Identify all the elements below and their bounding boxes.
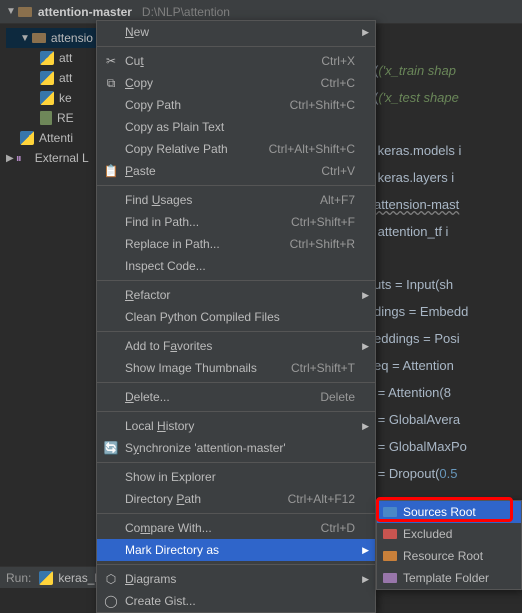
python-file-icon	[40, 51, 54, 65]
project-path: D:\NLP\attention	[142, 5, 230, 19]
libraries-icon	[16, 151, 30, 165]
mark-directory-submenu: Sources Root Excluded Resource Root Temp…	[376, 500, 522, 590]
menu-add-favorites[interactable]: Add to Favorites▶	[97, 335, 375, 357]
sync-icon: 🔄	[103, 441, 119, 455]
code-editor[interactable]: (('x_train shap (('x_test shape keras.mo…	[372, 24, 522, 564]
project-name[interactable]: attention-master	[38, 5, 132, 19]
template-folder-icon	[383, 573, 397, 583]
menu-directory-path[interactable]: Directory PathCtrl+Alt+F12	[97, 488, 375, 510]
text-file-icon	[40, 111, 52, 125]
python-file-icon	[40, 91, 54, 105]
menu-copy-path[interactable]: Copy PathCtrl+Shift+C	[97, 94, 375, 116]
menu-mark-directory-as[interactable]: Mark Directory as▶	[97, 539, 375, 561]
menu-replace-in-path[interactable]: Replace in Path...Ctrl+Shift+R	[97, 233, 375, 255]
submenu-arrow-icon: ▶	[362, 545, 369, 556]
python-file-icon	[39, 571, 53, 585]
copy-icon: ⧉	[103, 76, 119, 91]
menu-show-thumbnails[interactable]: Show Image ThumbnailsCtrl+Shift+T	[97, 357, 375, 379]
project-folder-icon	[18, 7, 32, 17]
diagram-icon: ⬡	[103, 572, 119, 586]
menu-inspect[interactable]: Inspect Code...	[97, 255, 375, 277]
submenu-arrow-icon: ▶	[362, 341, 369, 352]
menu-compare-with[interactable]: Compare With...Ctrl+D	[97, 517, 375, 539]
sources-folder-icon	[383, 507, 397, 517]
python-file-icon	[40, 71, 54, 85]
submenu-template-folder[interactable]: Template Folder	[377, 567, 521, 589]
menu-copy[interactable]: ⧉CopyCtrl+C	[97, 72, 375, 94]
menu-copy-relative[interactable]: Copy Relative PathCtrl+Alt+Shift+C	[97, 138, 375, 160]
run-label: Run:	[6, 571, 31, 585]
submenu-arrow-icon: ▶	[362, 421, 369, 432]
python-file-icon	[20, 131, 34, 145]
submenu-arrow-icon: ▶	[362, 27, 369, 38]
menu-separator	[97, 564, 375, 565]
submenu-excluded[interactable]: Excluded	[377, 523, 521, 545]
submenu-arrow-icon: ▶	[362, 290, 369, 301]
menu-separator	[97, 46, 375, 47]
paste-icon: 📋	[103, 164, 119, 178]
menu-separator	[97, 382, 375, 383]
menu-find-usages[interactable]: Find UsagesAlt+F7	[97, 189, 375, 211]
menu-separator	[97, 331, 375, 332]
menu-separator	[97, 513, 375, 514]
expand-icon[interactable]: ▼	[20, 33, 30, 44]
scissors-icon: ✂	[103, 54, 119, 68]
menu-separator	[97, 462, 375, 463]
resource-folder-icon	[383, 551, 397, 561]
menu-find-in-path[interactable]: Find in Path...Ctrl+Shift+F	[97, 211, 375, 233]
menu-separator	[97, 280, 375, 281]
menu-clean-pyc[interactable]: Clean Python Compiled Files	[97, 306, 375, 328]
menu-separator	[97, 185, 375, 186]
menu-diagrams[interactable]: ⬡Diagrams▶	[97, 568, 375, 590]
github-icon: ◯	[103, 594, 119, 608]
menu-separator	[97, 411, 375, 412]
tree-label: attensio	[51, 31, 93, 45]
menu-new[interactable]: New▶	[97, 21, 375, 43]
menu-cut[interactable]: ✂CutCtrl+X	[97, 50, 375, 72]
menu-refactor[interactable]: Refactor▶	[97, 284, 375, 306]
submenu-resource-root[interactable]: Resource Root	[377, 545, 521, 567]
menu-local-history[interactable]: Local History▶	[97, 415, 375, 437]
expand-icon[interactable]: ▶	[6, 153, 14, 164]
menu-copy-plain[interactable]: Copy as Plain Text	[97, 116, 375, 138]
submenu-sources-root[interactable]: Sources Root	[377, 501, 521, 523]
menu-create-gist[interactable]: ◯Create Gist...	[97, 590, 375, 612]
folder-icon	[32, 33, 46, 43]
menu-synchronize[interactable]: 🔄Synchronize 'attention-master'	[97, 437, 375, 459]
submenu-arrow-icon: ▶	[362, 574, 369, 585]
tree-expand-root[interactable]: ▼	[6, 6, 16, 17]
menu-paste[interactable]: 📋PasteCtrl+V	[97, 160, 375, 182]
context-menu: New▶ ✂CutCtrl+X ⧉CopyCtrl+C Copy PathCtr…	[96, 20, 376, 613]
excluded-folder-icon	[383, 529, 397, 539]
menu-delete[interactable]: Delete...Delete	[97, 386, 375, 408]
menu-show-explorer[interactable]: Show in Explorer	[97, 466, 375, 488]
